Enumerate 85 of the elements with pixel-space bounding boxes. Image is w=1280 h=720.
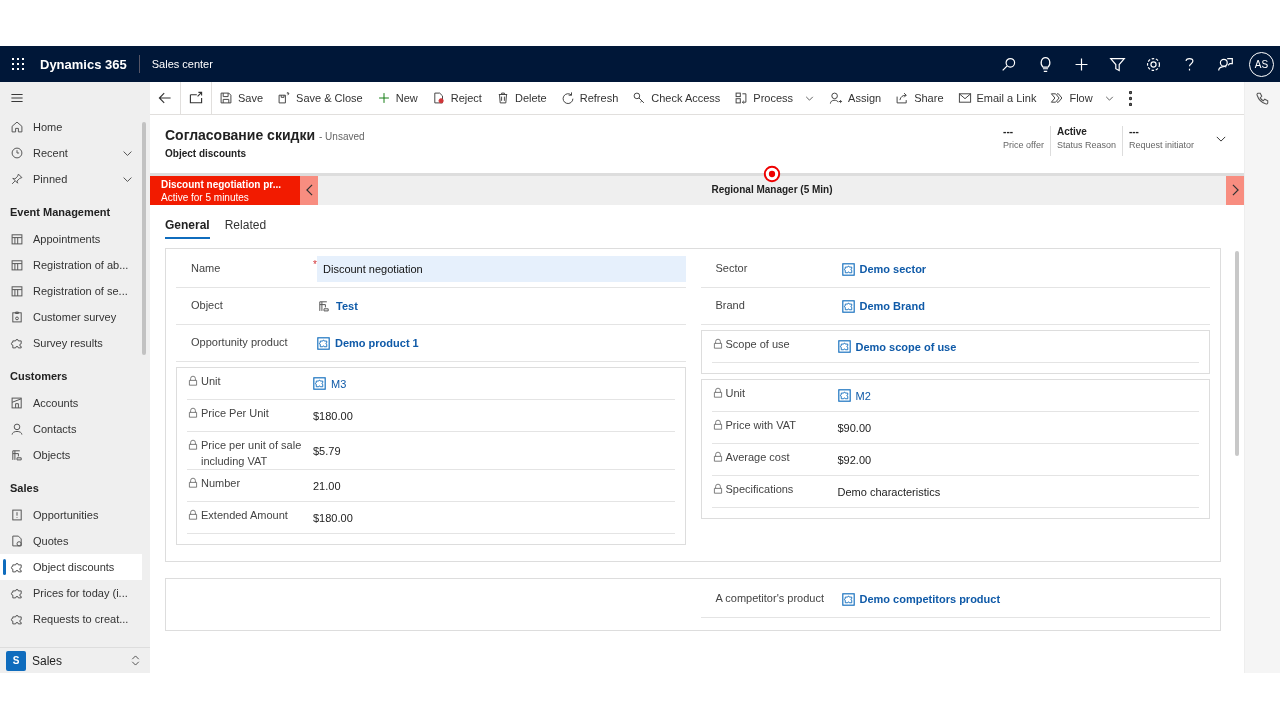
header-value: --- [1003,126,1015,137]
sidebar-item[interactable]: Accounts [0,390,142,416]
lookup-link[interactable]: Demo sector [841,262,927,276]
field-value: $180.00 [313,409,353,422]
lookup-link[interactable]: Demo scope of use [837,340,957,353]
field-value: $5.79 [313,444,341,457]
field-label: Extended Amount [201,508,288,523]
sidebar-item[interactable]: Registration of se... [0,278,142,304]
field-value: $90.00 [837,421,872,434]
command-button[interactable]: Save & Close [270,82,370,114]
command-button[interactable]: Check Access [625,82,728,114]
sidebar-item[interactable]: Contacts [0,416,142,442]
header-label: Status Reason [1056,140,1116,150]
command-button[interactable]: Save [212,82,271,114]
lookup-link[interactable]: Demo competitors product [841,592,1001,606]
field-label: Name [191,261,221,276]
field-value: $92.00 [837,453,872,466]
field-value: Demo characteristics [837,485,941,498]
field-label: Price Per Unit [201,406,269,421]
field-label: Number [201,476,241,491]
text-field[interactable]: Discount negotiation [317,256,686,282]
sidebar-item[interactable]: Object discounts [0,554,142,580]
field-label: Brand [715,298,745,313]
sidebar-item[interactable]: Objects [0,442,142,468]
field-label: Average cost [725,450,790,465]
command-button[interactable]: Email a Link [950,82,1044,114]
sidebar-item[interactable]: Opportunities [0,502,142,528]
section-title: Sales [9,481,40,496]
field-label: Sector [715,261,748,276]
stage-duration: Active for 5 minutes [161,192,250,203]
field-label: Opportunity product [191,335,288,350]
tab[interactable]: General [165,215,210,239]
record-title: Согласование скидки [165,127,315,143]
command-button[interactable]: Flow [1043,82,1122,114]
command-button[interactable]: Share [888,82,951,114]
sidebar-item[interactable]: Recent [0,140,142,166]
sidebar-item[interactable]: Requests to creat... [0,606,142,632]
sidebar-item[interactable]: Pinned [0,166,142,192]
sidebar-item[interactable]: Appointments [0,226,142,252]
command-button[interactable]: Assign [822,82,889,114]
field-label: Unit [725,386,746,401]
field-label: Price per unit of sale including VAT [201,438,303,469]
sidebar-item[interactable]: Survey results [0,330,142,356]
header-value: --- [1128,126,1140,137]
area-switcher[interactable]: S Sales [0,647,150,673]
command-button[interactable]: New [369,82,425,114]
active-stage[interactable]: Discount negotiation pr... Active for 5 minutes [150,176,300,205]
user-avatar[interactable]: AS [1249,51,1274,77]
lookup-link[interactable]: M3 [313,377,347,390]
sidebar-item[interactable]: Customer survey [0,304,142,330]
sidebar-item[interactable]: Home [0,114,142,140]
command-button[interactable]: Reject [424,82,489,114]
lookup-link[interactable]: M2 [837,389,871,402]
header-label: Request initiator [1128,140,1194,150]
field-label: Specifications [725,482,794,497]
section-title: Event Management [9,205,112,220]
lookup-link[interactable]: Test [317,299,358,313]
command-button[interactable]: Process [727,82,823,114]
field-value: 21.00 [313,479,341,492]
lookup-link[interactable]: Demo Brand [841,299,925,313]
header-label: Price offer [1003,140,1044,150]
field-value: $180.00 [313,511,353,524]
field-label: Scope of use [725,337,790,352]
save-status: - Unsaved [319,131,365,142]
app-name[interactable]: Dynamics 365 [40,56,127,72]
field-label: Price with VAT [725,418,796,433]
field-label: Unit [201,374,221,389]
area-label: Sales [32,653,63,668]
sidebar-item[interactable]: Prices for today (i... [0,580,142,606]
stage-label[interactable]: Regional Manager (5 Min) [711,184,833,195]
sidebar-item[interactable]: Registration of ab... [0,252,142,278]
area-name: Sales center [151,58,213,70]
lookup-link[interactable]: Demo product 1 [317,336,419,350]
stage-name: Discount negotiation pr... [161,179,282,190]
command-button[interactable]: Refresh [553,82,626,114]
command-button[interactable]: Delete [488,82,554,114]
entity-name: Object discounts [165,148,248,159]
required-mark: * [313,259,317,270]
field-label: A competitor's product [715,591,824,606]
header-value: Active [1056,126,1088,137]
tab[interactable]: Related [224,215,267,239]
sidebar-item[interactable]: Quotes [0,528,142,554]
field-label: Object [191,298,223,313]
area-badge: S [6,650,26,671]
section-title: Customers [9,369,69,384]
